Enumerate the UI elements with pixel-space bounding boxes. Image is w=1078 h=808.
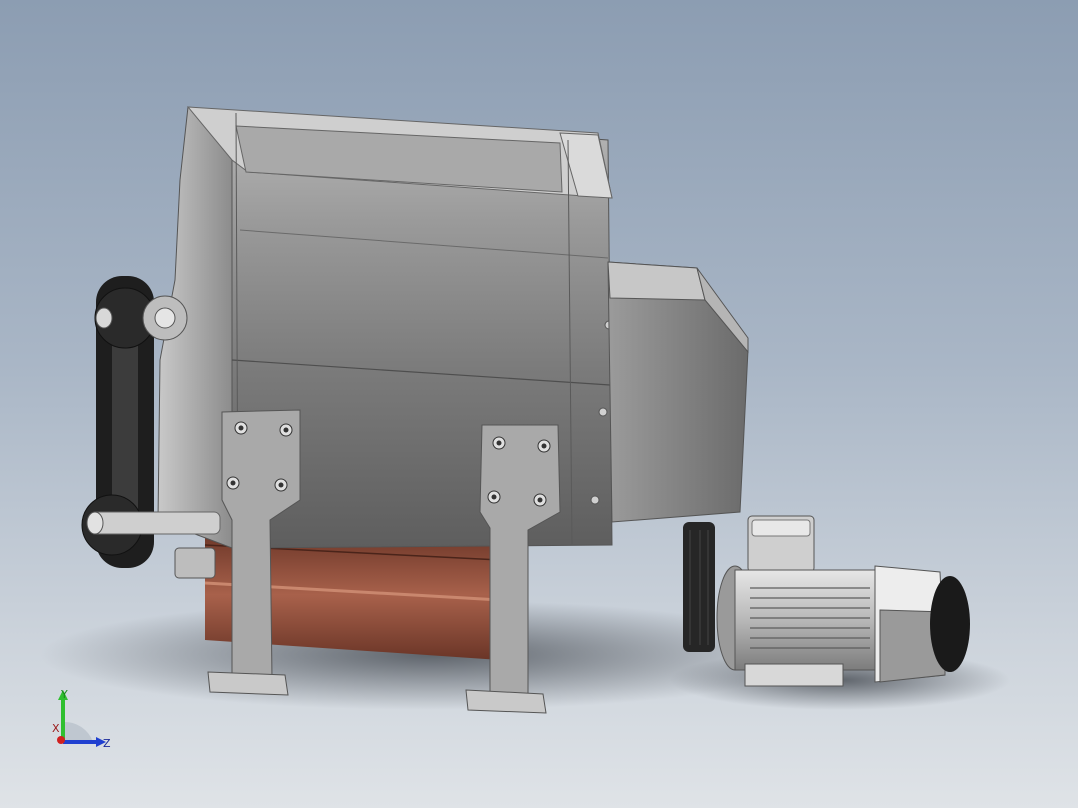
model-scene[interactable] — [0, 0, 1078, 808]
gearbox-housing[interactable] — [607, 261, 749, 523]
triad-y-label: Y — [60, 688, 68, 701]
x-axis-icon — [57, 736, 65, 744]
triad-z-label: Z — [103, 737, 111, 750]
view-triad[interactable]: Y Z X — [48, 684, 128, 764]
cad-viewport[interactable]: Y Z X — [0, 0, 1078, 808]
motor-belt[interactable] — [683, 522, 715, 652]
triad-quadrant-icon — [63, 721, 93, 742]
electric-motor[interactable] — [716, 515, 970, 687]
triad-x-label: X — [52, 722, 60, 735]
